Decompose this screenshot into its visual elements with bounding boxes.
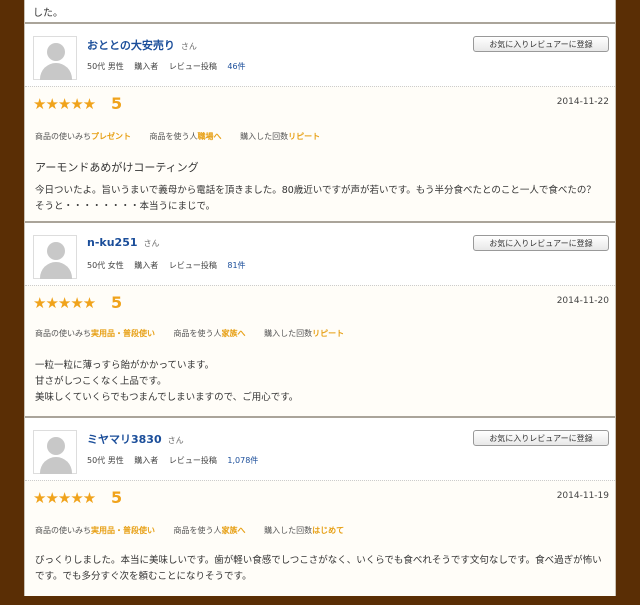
posts-label: レビュー投稿: [168, 62, 217, 71]
tag-label: 購入した回数: [264, 329, 313, 338]
favorite-reviewer-button[interactable]: お気に入りレビュアーに登録: [473, 430, 609, 446]
reviewer-name-link[interactable]: ミヤマリ3830 さん: [87, 431, 184, 447]
review-date: 2014-11-20: [556, 296, 609, 306]
review-body: ★★★★★ 5 2014-11-20 商品の使いみち実用品・普段使い 商品を使う…: [25, 285, 615, 419]
reviewer-age-gender: 50代 男性: [87, 456, 124, 465]
tag-value-link[interactable]: 実用品・普段使い: [91, 526, 155, 535]
reviewer-name: おととの大安売り: [87, 39, 175, 52]
reviewer-name: ミヤマリ3830: [87, 433, 162, 446]
avatar-body-shape: [40, 63, 72, 80]
review-item: おととの大安売り さん 50代 男性 購入者 レビュー投稿 46件 お気に入りレビ…: [25, 22, 615, 223]
review-tags: 商品の使いみちプレゼント 商品を使う人職場へ 購入した回数リピート: [35, 131, 336, 142]
tag-value-link[interactable]: リピート: [288, 132, 320, 141]
review-tags: 商品の使いみち実用品・普段使い 商品を使う人家族へ 購入した回数はじめて: [35, 525, 360, 536]
reviewer-meta: 50代 女性 購入者 レビュー投稿 81件: [87, 260, 254, 271]
posts-count-link[interactable]: 46件: [227, 62, 245, 71]
page-background: した。 おととの大安売り さん 50代 男性 購入者 レビュー投稿 46件 お気に…: [0, 0, 640, 605]
posts-count-link[interactable]: 1,078件: [227, 456, 258, 465]
buyer-badge: 購入者: [134, 62, 159, 71]
avatar-body-shape: [40, 262, 72, 279]
rating-score: 5: [111, 94, 123, 113]
default-user-avatar-icon: [47, 437, 65, 455]
review-text: 一粒一粒に薄っすら飴がかかっています。 甘さがしつこくなく上品です。 美味しくて…: [35, 358, 605, 406]
default-user-avatar-icon: [47, 43, 65, 61]
avatar[interactable]: [33, 36, 77, 80]
review-date: 2014-11-22: [556, 97, 609, 107]
tag-value-link[interactable]: 職場へ: [198, 132, 222, 141]
review-date: 2014-11-19: [556, 491, 609, 501]
rating-score: 5: [111, 293, 123, 312]
tag-label: 商品の使いみち: [35, 132, 91, 141]
tag-label: 商品を使う人: [173, 329, 222, 338]
review-text-line: 甘さがしつこくなく上品です。: [35, 376, 167, 387]
posts-count-link[interactable]: 81件: [227, 261, 245, 270]
tag-value-link[interactable]: 家族へ: [222, 526, 246, 535]
posts-label: レビュー投稿: [168, 456, 217, 465]
review-text-line: 一粒一粒に薄っすら飴がかかっています。: [35, 360, 215, 371]
reviewer-name-link[interactable]: n-ku251 さん: [87, 236, 160, 249]
tag-label: 商品を使う人: [149, 132, 198, 141]
previous-review-tail: した。: [33, 8, 63, 19]
reviewer-name: n-ku251: [87, 236, 138, 249]
review-item: ミヤマリ3830 さん 50代 男性 購入者 レビュー投稿 1,078件 お気に入…: [25, 416, 615, 596]
default-user-avatar-icon: [47, 242, 65, 260]
reviewer-meta: 50代 男性 購入者 レビュー投稿 46件: [87, 61, 254, 72]
reviewer-age-gender: 50代 女性: [87, 261, 124, 270]
tag-label: 商品を使う人: [173, 526, 222, 535]
tag-value-link[interactable]: 家族へ: [222, 329, 246, 338]
reviewer-name-link[interactable]: おととの大安売り さん: [87, 37, 197, 53]
review-body: ★★★★★ 5 2014-11-22 商品の使いみちプレゼント 商品を使う人職場…: [25, 86, 615, 223]
review-title: アーモンドあめがけコーティング: [35, 161, 199, 174]
avatar[interactable]: [33, 235, 77, 279]
review-text-line: 美味しくていくらでもつまんでしまいますので、ご用心です。: [35, 392, 299, 403]
honorific: さん: [180, 42, 197, 51]
tag-label: 購入した回数: [240, 132, 289, 141]
tag-label: 購入した回数: [264, 526, 313, 535]
review-item: n-ku251 さん 50代 女性 購入者 レビュー投稿 81件 お気に入りレビュ…: [25, 221, 615, 419]
review-text: びっくりしました。本当に美味しいです。歯が軽い食感でしつこさがなく、いくらでも食…: [35, 555, 602, 582]
honorific: さん: [143, 239, 160, 248]
tag-label: 商品の使いみち: [35, 329, 91, 338]
avatar[interactable]: [33, 430, 77, 474]
tag-value-link[interactable]: リピート: [312, 329, 344, 338]
reviewer-header: おととの大安売り さん 50代 男性 購入者 レビュー投稿 46件 お気に入りレビ…: [25, 24, 615, 86]
reviewer-age-gender: 50代 男性: [87, 62, 124, 71]
review-text: 今日ついたよ。旨いうまいで義母から電話を頂きました。80歳近いですが声が若いです…: [35, 185, 596, 212]
buyer-badge: 購入者: [134, 456, 159, 465]
star-rating-icon: ★★★★★: [33, 294, 96, 312]
rating-score: 5: [111, 488, 123, 507]
buyer-badge: 購入者: [134, 261, 159, 270]
tag-value-link[interactable]: 実用品・普段使い: [91, 329, 155, 338]
reviewer-header: n-ku251 さん 50代 女性 購入者 レビュー投稿 81件 お気に入りレビュ…: [25, 223, 615, 285]
reviewer-header: ミヤマリ3830 さん 50代 男性 購入者 レビュー投稿 1,078件 お気に入…: [25, 418, 615, 480]
tag-value-link[interactable]: プレゼント: [91, 132, 131, 141]
favorite-reviewer-button[interactable]: お気に入りレビュアーに登録: [473, 235, 609, 251]
favorite-reviewer-button[interactable]: お気に入りレビュアーに登録: [473, 36, 609, 52]
review-panel: した。 おととの大安売り さん 50代 男性 購入者 レビュー投稿 46件 お気に…: [24, 0, 616, 596]
tag-value-link[interactable]: はじめて: [312, 526, 344, 535]
posts-label: レビュー投稿: [168, 261, 217, 270]
honorific: さん: [167, 436, 184, 445]
star-rating-icon: ★★★★★: [33, 95, 96, 113]
tag-label: 商品の使いみち: [35, 526, 91, 535]
star-rating-icon: ★★★★★: [33, 489, 96, 507]
avatar-body-shape: [40, 457, 72, 474]
reviewer-meta: 50代 男性 購入者 レビュー投稿 1,078件: [87, 455, 266, 466]
review-tags: 商品の使いみち実用品・普段使い 商品を使う人家族へ 購入した回数リピート: [35, 328, 360, 339]
review-body: ★★★★★ 5 2014-11-19 商品の使いみち実用品・普段使い 商品を使う…: [25, 480, 615, 596]
